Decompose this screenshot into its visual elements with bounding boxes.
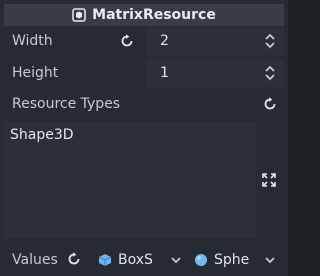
value-picker-0[interactable]: BoxS [98,248,156,272]
height-stepper-icon[interactable] [264,65,276,81]
value-picker-0-label: BoxS [118,252,153,268]
height-value[interactable]: 1 [160,65,169,81]
height-row: Height 1 [4,59,284,87]
resource-types-row: Resource Types [4,90,284,118]
value-picker-1[interactable]: Sphe [194,248,250,272]
resource-types-label: Resource Types [12,96,121,112]
width-value[interactable]: 2 [160,33,169,49]
width-row: Width 2 [4,27,284,55]
value-picker-1-label: Sphe [214,252,250,268]
height-spinbox[interactable]: 1 [146,59,284,87]
resource-types-reset-icon[interactable] [262,96,278,112]
sphere-shape-icon [194,253,208,267]
resource-title: MatrixResource [92,7,216,23]
height-label: Height [12,65,59,81]
box-shape-icon [98,253,112,267]
width-reset-icon[interactable] [119,33,135,49]
expand-icon[interactable] [262,173,276,187]
width-label: Width [12,33,53,49]
resource-header: MatrixResource [4,4,284,26]
chevron-down-icon[interactable] [170,254,182,266]
width-spinbox[interactable]: 2 [146,27,284,55]
list-item[interactable]: Shape3D [10,127,74,143]
values-label: Values [12,252,58,268]
inspector-panel: MatrixResource Width 2 Height 1 Resource… [0,0,288,276]
resource-icon [72,8,86,22]
values-row: Values BoxS Sphe [0,246,288,274]
resource-types-list[interactable]: Shape3D [4,122,256,238]
width-stepper-icon[interactable] [264,33,276,49]
values-reset-icon[interactable] [67,252,83,268]
chevron-down-icon[interactable] [264,254,276,266]
